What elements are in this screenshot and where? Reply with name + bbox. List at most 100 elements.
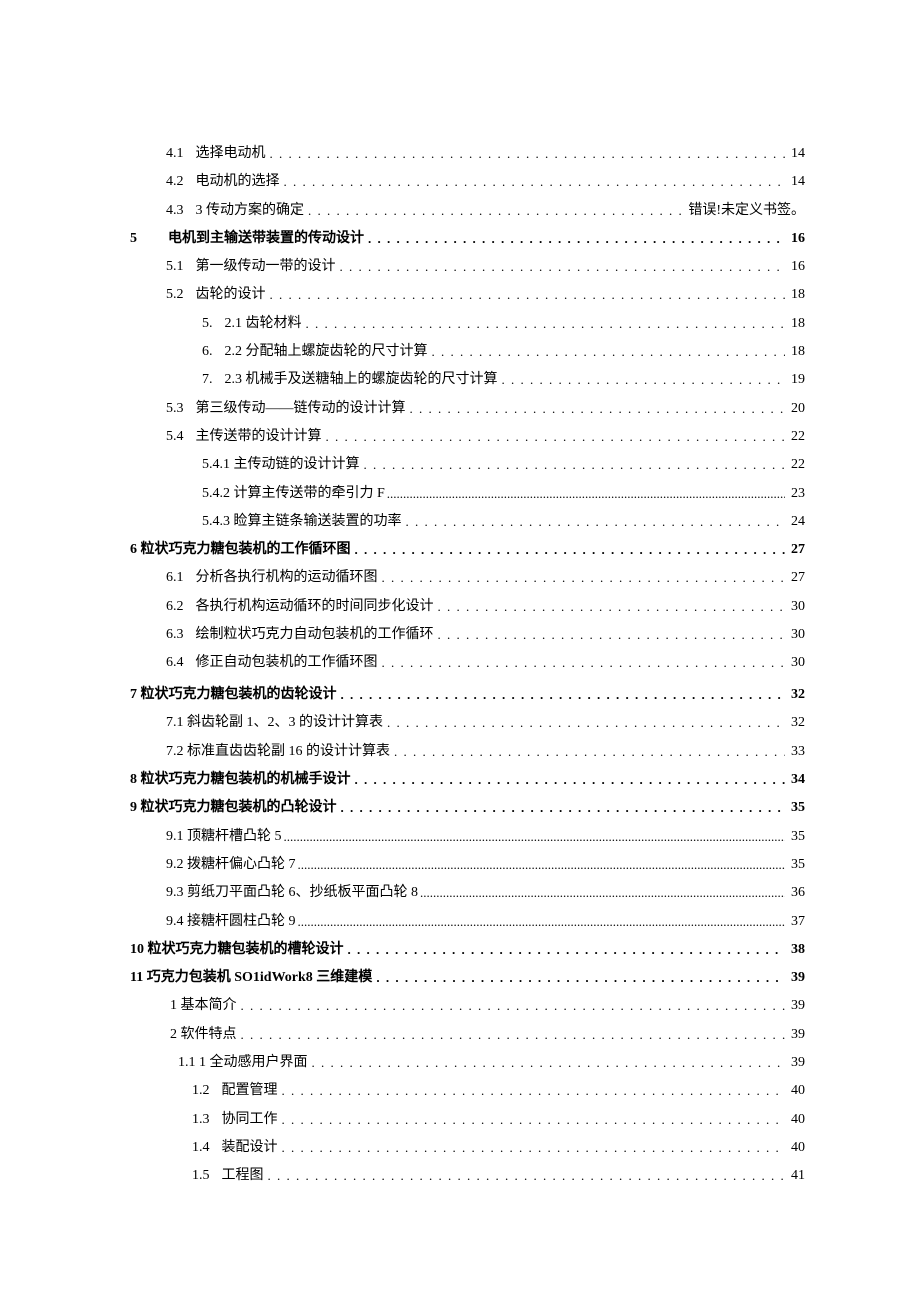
toc-title: 1.1 1 全动感用户界面	[178, 1055, 308, 1072]
toc-title: 第一级传动一带的设计	[196, 259, 336, 276]
toc-entry: 1.2配置管理40	[130, 1082, 805, 1100]
toc-title: 7.1 斜齿轮副 1、2、3 的设计计算表	[166, 715, 383, 732]
toc-title: 9.2 拨糖杆偏心凸轮 7	[166, 857, 296, 874]
toc-entry: 4.2电动机的选择14	[130, 173, 805, 191]
toc-page: 18	[785, 287, 805, 304]
toc-entry: 9.2 拨糖杆偏心凸轮 735	[130, 856, 805, 874]
toc-page: 35	[785, 800, 805, 817]
toc-leader-dots	[266, 287, 786, 305]
toc-title: 齿轮的设计	[196, 287, 266, 304]
toc-number: 5.1	[166, 259, 184, 276]
toc-leader-dots	[280, 174, 786, 192]
toc-entry: 9.4 接糖杆圆柱凸轮 9 37	[130, 913, 805, 931]
toc-page: 30	[785, 655, 805, 672]
toc-entry: 7.2.3 机械手及送糖轴上的螺旋齿轮的尺寸计算19	[130, 371, 805, 389]
toc-entry: 7.1 斜齿轮副 1、2、3 的设计计算表32	[130, 714, 805, 732]
toc-page: 30	[785, 627, 805, 644]
toc-page: 40	[785, 1083, 805, 1100]
toc-leader-dots	[390, 744, 785, 762]
toc-leader-dots	[372, 970, 785, 988]
toc-leader-dots	[264, 1168, 786, 1186]
toc-entry: 5.2.1 齿轮材料18	[130, 315, 805, 333]
toc-title: 电机到主输送带装置的传动设计	[168, 231, 364, 248]
toc-leader-dots	[428, 344, 786, 362]
toc-leader-dots	[418, 885, 785, 903]
toc-page: 22	[785, 457, 805, 474]
toc-entry: 2 软件特点39	[130, 1026, 805, 1044]
toc-entry: 6.4修正自动包装机的工作循环图30	[130, 654, 805, 672]
toc-leader-dots	[344, 942, 786, 960]
toc-leader-dots	[308, 1055, 786, 1073]
toc-leader-dots	[296, 914, 786, 932]
toc-title: 6 粒状巧克力糖包装机的工作循环图	[130, 542, 351, 559]
toc-title: 5.4.1 主传动链的设计计算	[202, 457, 360, 474]
toc-title: 3 传动方案的确定	[196, 203, 305, 220]
toc-leader-dots	[351, 542, 786, 560]
toc-page: 14	[785, 174, 805, 191]
toc-entry: 5.3 第三级传动——链传动的设计计算 20	[130, 400, 805, 418]
toc-entry: 7 粒状巧克力糖包装机的齿轮设计32	[130, 686, 805, 704]
toc-leader-dots	[406, 401, 786, 419]
toc-leader-dots	[434, 627, 786, 645]
toc-entry: 10 粒状巧克力糖包装机的槽轮设计38	[130, 941, 805, 959]
toc-title: 5.4.2 计算主传送带的牵引力 F	[202, 486, 385, 503]
toc-number: 1.4	[192, 1140, 210, 1157]
toc-number: 5.3	[166, 401, 184, 418]
toc-number: 4.3	[166, 203, 184, 220]
toc-page: 27	[785, 570, 805, 587]
toc-title: 9.3 剪纸刀平面凸轮 6、抄纸板平面凸轮 8	[166, 885, 418, 902]
toc-entry: 9.1 顶糖杆槽凸轮 535	[130, 828, 805, 846]
toc-entry: 1.1 1 全动感用户界面 39	[130, 1054, 805, 1072]
toc-page: 20	[785, 401, 805, 418]
toc-page: 22	[785, 429, 805, 446]
toc-page: 16	[785, 259, 805, 276]
toc-leader-dots	[266, 146, 786, 164]
toc-leader-dots	[383, 715, 785, 733]
toc-leader-dots	[360, 457, 786, 475]
toc-page: 23	[785, 486, 805, 503]
toc-leader-dots	[337, 687, 786, 705]
toc-entry: 5.4主传送带的设计计算22	[130, 428, 805, 446]
toc-entry: 5.1 第一级传动一带的设计 16	[130, 258, 805, 276]
toc-leader-dots	[498, 372, 786, 390]
toc-leader-dots	[296, 857, 786, 875]
toc-title: 主传送带的设计计算	[196, 429, 322, 446]
toc-number: 5.	[202, 316, 213, 333]
toc-leader-dots	[278, 1083, 786, 1101]
toc-entry: 6.3绘制粒状巧克力自动包装机的工作循环30	[130, 626, 805, 644]
toc-page: 36	[785, 885, 805, 902]
toc-title: 2.2 分配轴上螺旋齿轮的尺寸计算	[225, 344, 428, 361]
toc-entry: 6.2.2 分配轴上螺旋齿轮的尺寸计算18	[130, 343, 805, 361]
toc-title: 第三级传动——链传动的设计计算	[196, 401, 406, 418]
toc-page: 19	[785, 372, 805, 389]
toc-leader-dots	[336, 259, 786, 277]
toc-leader-dots	[282, 829, 786, 847]
toc-title: 8 粒状巧克力糖包装机的机械手设计	[130, 772, 351, 789]
toc-title: 装配设计	[222, 1140, 278, 1157]
toc-entry: 4.1选择电动机14	[130, 145, 805, 163]
toc-title: 协同工作	[222, 1112, 278, 1129]
toc-entry: 11 巧克力包装机 SO1idWork8 三维建模39	[130, 969, 805, 987]
toc-page: 24	[785, 514, 805, 531]
toc-number: 6.3	[166, 627, 184, 644]
toc-number: 6.2	[166, 599, 184, 616]
toc-page: 34	[785, 772, 805, 789]
toc-title: 1 基本简介	[170, 998, 237, 1015]
toc-entry: 5电机到主输送带装置的传动设计16	[130, 230, 805, 248]
toc-number: 6.1	[166, 570, 184, 587]
table-of-contents: 4.1选择电动机144.2电动机的选择144.33 传动方案的确定错误!未定义书…	[130, 145, 805, 1185]
toc-page: 37	[785, 914, 805, 931]
toc-title: 各执行机构运动循环的时间同步化设计	[196, 599, 434, 616]
toc-entry: 8 粒状巧克力糖包装机的机械手设计 34	[130, 771, 805, 789]
toc-page: 39	[785, 1055, 805, 1072]
toc-leader-dots	[378, 570, 786, 588]
toc-number: 6.4	[166, 655, 184, 672]
toc-leader-dots	[237, 998, 786, 1016]
toc-title: 9.4 接糖杆圆柱凸轮 9	[166, 914, 296, 931]
toc-entry: 6 粒状巧克力糖包装机的工作循环图27	[130, 541, 805, 559]
toc-number: 5	[130, 231, 156, 248]
toc-page: 18	[785, 344, 805, 361]
toc-page: 18	[785, 316, 805, 333]
toc-title: 2.3 机械手及送糖轴上的螺旋齿轮的尺寸计算	[225, 372, 498, 389]
toc-title: 7.2 标准直齿齿轮副 16 的设计计算表	[166, 744, 390, 761]
